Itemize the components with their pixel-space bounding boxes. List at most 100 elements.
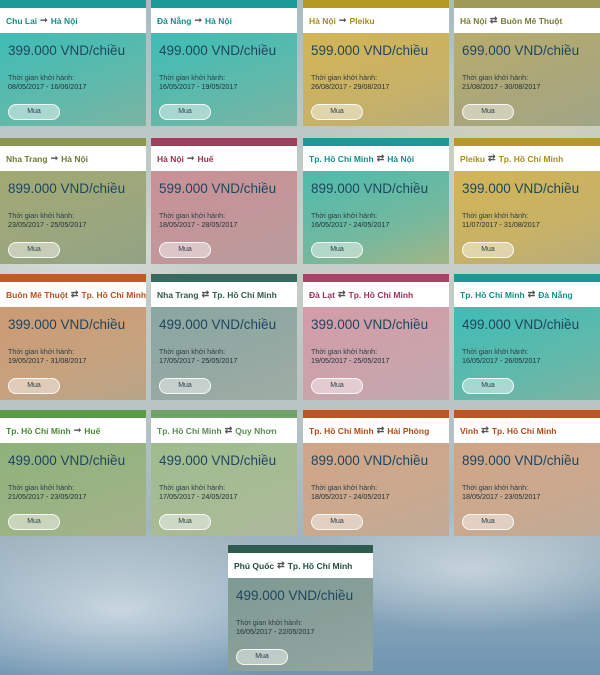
swap-icon: ⇄ <box>376 425 385 435</box>
route-header: Tp. Hồ Chí Minh ➞ Huế <box>0 418 146 443</box>
card-body: 499.000 VND/chiều Thời gian khởi hành: 21/… <box>0 443 146 536</box>
route-header: Vinh ⇄ Tp. Hồ Chí Minh <box>454 418 600 443</box>
route-header: Hà Nội ➞ Pleiku <box>303 8 449 33</box>
promo-card-grid: Chu Lai ➞ Hà Nội 399.000 VND/chiều Thời gian… <box>0 0 600 675</box>
card-body: 499.000 VND/chiều Thời gian khởi hành: 17/… <box>151 443 297 536</box>
buy-button[interactable]: Mua <box>8 242 60 258</box>
buy-button[interactable]: Mua <box>159 514 211 530</box>
fare-price: 399.000 VND/chiều <box>462 181 580 196</box>
fare-price: 499.000 VND/chiều <box>236 588 354 603</box>
swap-icon: ⇄ <box>201 289 210 299</box>
buy-button[interactable]: Mua <box>462 104 514 120</box>
route-origin: Vinh <box>460 425 479 436</box>
buy-button[interactable]: Mua <box>311 104 363 120</box>
departure-dates: 16/05/2017 - 26/05/2017 <box>462 356 541 365</box>
route-destination: Hà Nội <box>387 153 415 164</box>
route-origin: Buôn Mê Thuột <box>6 289 68 300</box>
buy-button[interactable]: Mua <box>8 514 60 530</box>
fare-price: 499.000 VND/chiều <box>159 43 277 58</box>
route-origin: Tp. Hồ Chí Minh <box>157 425 222 436</box>
route-card: Phú Quốc ⇄ Tp. Hồ Chí Minh 499.000 VND/chiề… <box>228 545 373 675</box>
buy-button[interactable]: Mua <box>159 378 211 394</box>
departure-label: Thời gian khởi hành: <box>311 347 378 356</box>
buy-button[interactable]: Mua <box>236 649 288 665</box>
route-card: Tp. Hồ Chí Minh ⇄ Hà Nội 899.000 VND/chiều T… <box>303 138 449 264</box>
card-top-bar <box>151 274 297 282</box>
route-origin: Phú Quốc <box>234 560 275 571</box>
card-top-bar <box>303 274 449 282</box>
card-body: 899.000 VND/chiều Thời gian khởi hành: 16/… <box>303 171 449 264</box>
card-top-bar <box>151 138 297 146</box>
card-body: 599.000 VND/chiều Thời gian khởi hành: 18/… <box>151 171 297 264</box>
arrow-right-icon: ➞ <box>40 15 48 25</box>
departure-dates: 18/05/2017 - 24/05/2017 <box>311 492 390 501</box>
card-body: 499.000 VND/chiều Thời gian khởi hành: 16/… <box>151 33 297 126</box>
route-origin: Tp. Hồ Chí Minh <box>309 425 374 436</box>
departure-label: Thời gian khởi hành: <box>462 347 529 356</box>
card-body: 599.000 VND/chiều Thời gian khởi hành: 26/… <box>303 33 449 126</box>
route-destination: Quy Nhơn <box>235 425 277 436</box>
card-top-bar <box>0 0 146 8</box>
buy-button[interactable]: Mua <box>311 378 363 394</box>
card-body: 399.000 VND/chiều Thời gian khởi hành: 11/… <box>454 171 600 264</box>
route-origin: Nha Trang <box>157 289 199 300</box>
departure-label: Thời gian khởi hành: <box>236 618 303 627</box>
route-header: Nha Trang ➞ Hà Nội <box>0 146 146 171</box>
buy-button[interactable]: Mua <box>311 514 363 530</box>
buy-button[interactable]: Mua <box>462 242 514 258</box>
route-destination: Hà Nội <box>50 15 78 26</box>
route-destination: Pleiku <box>349 15 375 26</box>
route-header: Đà Nẵng ➞ Hà Nội <box>151 8 297 33</box>
arrow-right-icon: ➞ <box>194 15 203 25</box>
card-body: 899.000 VND/chiều Thời gian khởi hành: 18/… <box>303 443 449 536</box>
fare-price: 899.000 VND/chiều <box>311 181 429 196</box>
buy-button[interactable]: Mua <box>462 514 514 530</box>
route-card: Đà Lạt ⇄ Tp. Hồ Chí Minh 399.000 VND/chiều T… <box>303 274 449 400</box>
departure-label: Thời gian khởi hành: <box>159 483 226 492</box>
fare-price: 399.000 VND/chiều <box>8 43 126 58</box>
route-destination: Tp. Hồ Chí Minh <box>491 425 557 436</box>
route-destination: Hà Nội <box>205 15 232 26</box>
card-body: 499.000 VND/chiều Thời gian khởi hành: 17/… <box>151 307 297 400</box>
fare-price: 899.000 VND/chiều <box>8 181 126 196</box>
departure-label: Thời gian khởi hành: <box>159 211 226 220</box>
buy-button[interactable]: Mua <box>159 104 211 120</box>
route-header: Pleiku ⇄ Tp. Hồ Chí Minh <box>454 146 600 171</box>
route-destination: Tp. Hồ Chí Minh <box>287 560 353 571</box>
departure-dates: 26/08/2017 - 29/08/2017 <box>311 82 390 91</box>
card-top-bar <box>454 410 600 418</box>
buy-button[interactable]: Mua <box>159 242 211 258</box>
route-header: Tp. Hồ Chí Minh ⇄ Hải Phòng <box>303 418 449 443</box>
route-header: Nha Trang ⇄ Tp. Hồ Chí Minh <box>151 282 297 307</box>
card-top-bar <box>454 138 600 146</box>
departure-dates: 16/05/2017 - 24/05/2017 <box>311 220 390 229</box>
buy-button[interactable]: Mua <box>8 378 60 394</box>
departure-dates: 16/05/2017 - 22/05/2017 <box>236 627 315 636</box>
route-origin: Hà Nội <box>460 15 487 26</box>
buy-button[interactable]: Mua <box>462 378 514 394</box>
route-origin: Hà Nội <box>157 153 184 164</box>
card-body: 499.000 VND/chiều Thời gian khởi hành: 16/… <box>454 307 600 400</box>
swap-icon: ⇄ <box>376 153 385 163</box>
departure-label: Thời gian khởi hành: <box>8 73 75 82</box>
route-destination: Tp. Hồ Chí Minh <box>498 153 564 164</box>
route-header: Buôn Mê Thuột ⇄ Tp. Hồ Chí Minh <box>0 282 146 307</box>
card-top-bar <box>151 410 297 418</box>
buy-button[interactable]: Mua <box>8 104 60 120</box>
card-top-bar <box>454 274 600 282</box>
departure-dates: 18/05/2017 - 23/05/2017 <box>462 492 541 501</box>
buy-button[interactable]: Mua <box>311 242 363 258</box>
card-top-bar <box>228 545 373 553</box>
route-card: Đà Nẵng ➞ Hà Nội 499.000 VND/chiều Thời gian… <box>151 0 297 126</box>
route-origin: Tp. Hồ Chí Minh <box>460 289 525 300</box>
card-body: 899.000 VND/chiều Thời gian khởi hành: 23/… <box>0 171 146 264</box>
fare-price: 499.000 VND/chiều <box>159 453 277 468</box>
route-origin: Hà Nội <box>309 15 336 26</box>
route-card: Nha Trang ⇄ Tp. Hồ Chí Minh 499.000 VND/chi… <box>151 274 297 400</box>
card-top-bar <box>151 0 297 8</box>
route-header: Tp. Hồ Chí Minh ⇄ Đà Nẵng <box>454 282 600 307</box>
swap-icon: ⇄ <box>488 153 496 163</box>
card-top-bar <box>0 138 146 146</box>
arrow-right-icon: ➞ <box>50 153 59 163</box>
departure-dates: 21/05/2017 - 23/05/2017 <box>8 492 87 501</box>
